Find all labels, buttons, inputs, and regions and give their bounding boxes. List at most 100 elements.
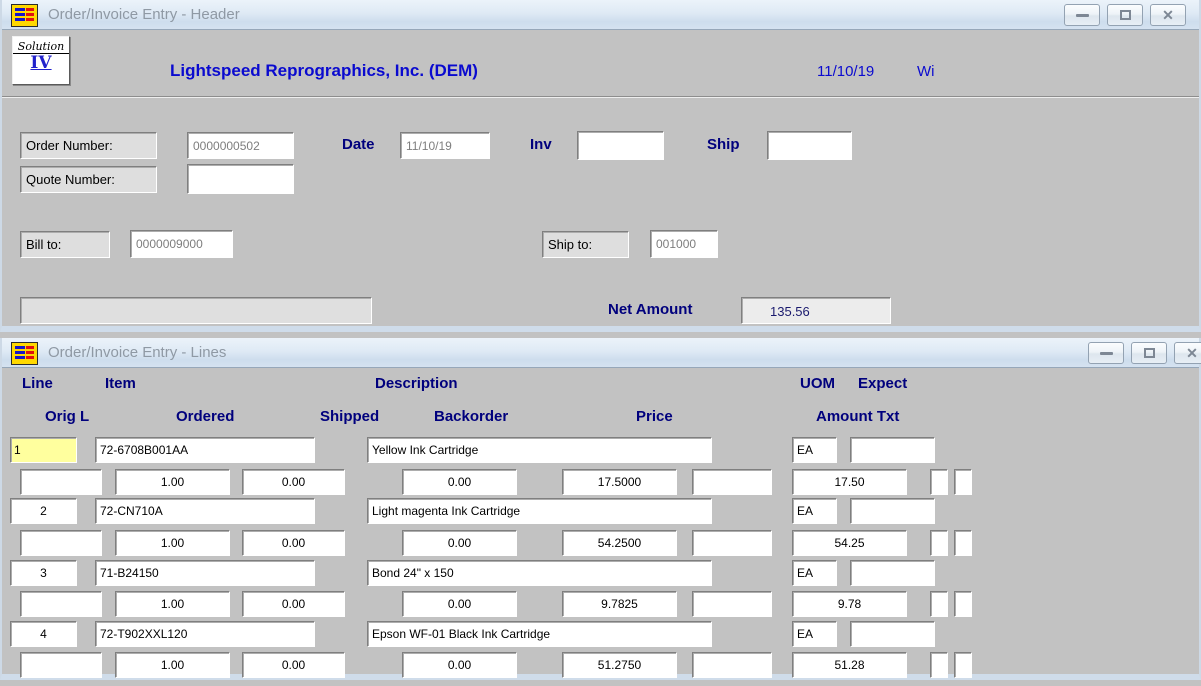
app-icon	[11, 342, 38, 365]
maximize-button[interactable]	[1107, 4, 1143, 26]
net-amount-field: 135.56	[741, 297, 891, 324]
uom-field[interactable]: EA	[792, 560, 837, 586]
uom-field[interactable]: EA	[792, 437, 837, 463]
orig-l-field[interactable]	[20, 652, 102, 678]
ship-label: Ship	[707, 136, 740, 153]
txt-flag-field-1[interactable]	[930, 530, 948, 556]
backorder-field[interactable]: 0.00	[402, 469, 517, 495]
line-detail-row: 1.00 0.00 0.00 51.2750 51.28	[2, 652, 1199, 679]
shipped-field[interactable]: 0.00	[242, 591, 345, 617]
txt-field[interactable]	[692, 469, 772, 495]
line-number-field[interactable]: 3	[10, 560, 77, 586]
shipped-field[interactable]: 0.00	[242, 530, 345, 556]
price-field[interactable]: 51.2750	[562, 652, 677, 678]
inv-field[interactable]	[577, 131, 664, 160]
expect-field[interactable]	[850, 498, 935, 524]
close-button[interactable]: ✕	[1174, 342, 1201, 364]
ordered-field[interactable]: 1.00	[115, 469, 230, 495]
txt-field[interactable]	[692, 530, 772, 556]
shipped-field[interactable]: 0.00	[242, 469, 345, 495]
ordered-field[interactable]: 1.00	[115, 591, 230, 617]
backorder-field[interactable]: 0.00	[402, 591, 517, 617]
price-field[interactable]: 17.5000	[562, 469, 677, 495]
minimize-button[interactable]	[1088, 342, 1124, 364]
company-banner: Solution IV Lightspeed Reprographics, In…	[2, 30, 1199, 97]
shipped-field[interactable]: 0.00	[242, 652, 345, 678]
minimize-button[interactable]	[1064, 4, 1100, 26]
close-button[interactable]: ✕	[1150, 4, 1186, 26]
line-detail-row: 1.00 0.00 0.00 9.7825 9.78	[2, 591, 1199, 618]
line-number-field[interactable]: 4	[10, 621, 77, 647]
banner-user: Wi	[917, 63, 935, 80]
close-icon: ✕	[1186, 346, 1198, 360]
minimize-icon	[1100, 352, 1113, 355]
header-window-title: Order/Invoice Entry - Header	[48, 6, 240, 23]
backorder-field[interactable]: 0.00	[402, 652, 517, 678]
close-icon: ✕	[1162, 8, 1174, 22]
amount-field[interactable]: 54.25	[792, 530, 907, 556]
item-code-field[interactable]: 71-B24150	[95, 560, 315, 586]
orig-l-field[interactable]	[20, 530, 102, 556]
description-field[interactable]: Yellow Ink Cartridge	[367, 437, 712, 463]
amount-field[interactable]: 9.78	[792, 591, 907, 617]
item-code-field[interactable]: 72-6708B001AA	[95, 437, 315, 463]
orig-l-field[interactable]	[20, 591, 102, 617]
txt-flag-field-2[interactable]	[954, 530, 972, 556]
inv-label: Inv	[530, 136, 552, 153]
txt-flag-field-1[interactable]	[930, 591, 948, 617]
order-invoice-lines-window: Order/Invoice Entry - Lines ✕ Line Item …	[0, 338, 1201, 680]
expect-field[interactable]	[850, 437, 935, 463]
order-invoice-header-window: Order/Invoice Entry - Header ✕ Solution …	[0, 0, 1201, 332]
txt-flag-field-2[interactable]	[954, 652, 972, 678]
line-detail-row: 1.00 0.00 0.00 17.5000 17.50	[2, 469, 1199, 496]
date-field[interactable]: 11/10/19	[400, 132, 490, 159]
message-box	[20, 297, 372, 324]
bill-to-label: Bill to:	[20, 231, 110, 258]
ordered-field[interactable]: 1.00	[115, 652, 230, 678]
txt-flag-field-2[interactable]	[954, 591, 972, 617]
header-window-titlebar[interactable]: Order/Invoice Entry - Header ✕	[2, 0, 1199, 30]
price-field[interactable]: 9.7825	[562, 591, 677, 617]
line-number-field[interactable]: 2	[10, 498, 77, 524]
date-label: Date	[342, 136, 375, 153]
txt-field[interactable]	[692, 591, 772, 617]
maximize-button[interactable]	[1131, 342, 1167, 364]
app-icon	[11, 4, 38, 27]
quote-number-field[interactable]	[187, 164, 294, 194]
maximize-icon	[1144, 348, 1155, 358]
orig-l-field[interactable]	[20, 469, 102, 495]
txt-flag-field-2[interactable]	[954, 469, 972, 495]
line-item-row: 1 72-6708B001AA Yellow Ink Cartridge EA	[2, 437, 1199, 464]
backorder-field[interactable]: 0.00	[402, 530, 517, 556]
logo-script-text: Solution	[13, 40, 69, 54]
ship-to-field[interactable]: 001000	[650, 230, 718, 258]
item-code-field[interactable]: 72-CN710A	[95, 498, 315, 524]
item-code-field[interactable]: 72-T902XXL120	[95, 621, 315, 647]
ordered-field[interactable]: 1.00	[115, 530, 230, 556]
solution-iv-logo: Solution IV	[12, 36, 70, 85]
expect-field[interactable]	[850, 560, 935, 586]
txt-field[interactable]	[692, 652, 772, 678]
line-item-row: 4 72-T902XXL120 Epson WF-01 Black Ink Ca…	[2, 621, 1199, 648]
order-number-field[interactable]: 0000000502	[187, 132, 294, 159]
line-detail-row: 1.00 0.00 0.00 54.2500 54.25	[2, 530, 1199, 557]
uom-field[interactable]: EA	[792, 621, 837, 647]
amount-field[interactable]: 17.50	[792, 469, 907, 495]
price-field[interactable]: 54.2500	[562, 530, 677, 556]
amount-field[interactable]: 51.28	[792, 652, 907, 678]
expect-field[interactable]	[850, 621, 935, 647]
ship-field[interactable]	[767, 131, 852, 160]
description-field[interactable]: Epson WF-01 Black Ink Cartridge	[367, 621, 712, 647]
line-number-field[interactable]: 1	[10, 437, 77, 463]
lines-grid: 1 72-6708B001AA Yellow Ink Cartridge EA …	[2, 368, 1199, 674]
banner-date: 11/10/19	[817, 63, 874, 80]
txt-flag-field-1[interactable]	[930, 652, 948, 678]
txt-flag-field-1[interactable]	[930, 469, 948, 495]
lines-window-titlebar[interactable]: Order/Invoice Entry - Lines ✕	[2, 338, 1199, 368]
bill-to-field[interactable]: 0000009000	[130, 230, 233, 258]
uom-field[interactable]: EA	[792, 498, 837, 524]
description-field[interactable]: Bond 24" x 150	[367, 560, 712, 586]
lines-window-title: Order/Invoice Entry - Lines	[48, 344, 226, 361]
line-item-row: 2 72-CN710A Light magenta Ink Cartridge …	[2, 498, 1199, 525]
description-field[interactable]: Light magenta Ink Cartridge	[367, 498, 712, 524]
